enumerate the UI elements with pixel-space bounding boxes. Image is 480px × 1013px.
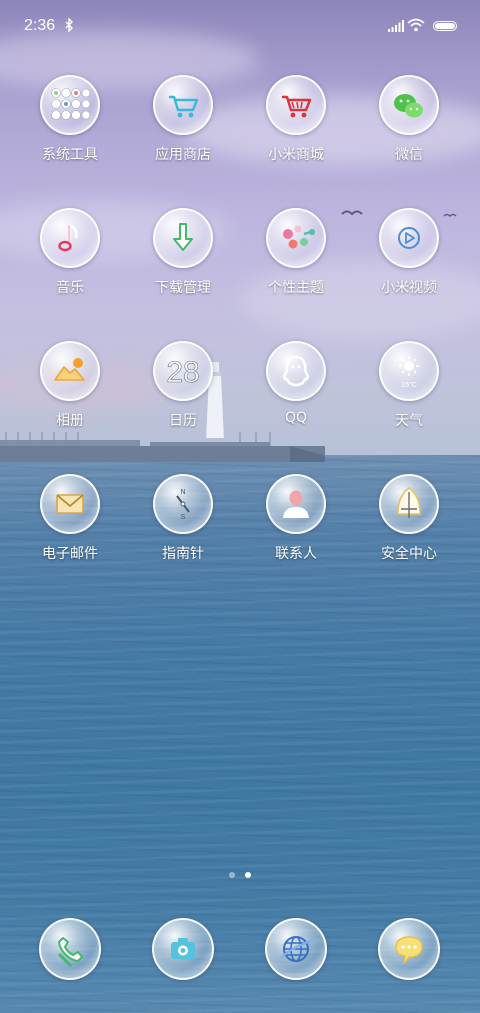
- app-label: 电子邮件: [42, 546, 98, 562]
- app-label: 音乐: [56, 280, 84, 296]
- mail-envelope-icon: [40, 474, 100, 534]
- folder-icon: [40, 75, 100, 135]
- status-bar: 2:36: [0, 0, 480, 52]
- app-label: 下载管理: [155, 280, 211, 296]
- pier-silhouette: [0, 432, 325, 462]
- app-label: 小米视频: [381, 280, 437, 296]
- music-note-icon: [40, 208, 100, 268]
- qq-penguin-icon: [266, 341, 326, 401]
- download-arrow-icon: [153, 208, 213, 268]
- bluetooth-icon: [65, 18, 73, 32]
- weather-sun-icon: 15°C: [379, 341, 439, 401]
- status-time: 2:36: [24, 17, 56, 34]
- compass-south: S: [181, 514, 186, 521]
- app-label: 个性主题: [268, 280, 324, 296]
- app-mi-video[interactable]: 小米视频: [354, 208, 464, 297]
- app-label: 联系人: [275, 546, 317, 562]
- wifi-icon: [407, 18, 425, 32]
- shopping-cart-icon: [266, 75, 326, 135]
- dock-camera[interactable]: [128, 918, 238, 980]
- dock-messages[interactable]: [354, 918, 464, 980]
- compass-icon: N S: [153, 474, 213, 534]
- app-wechat[interactable]: 微信: [354, 75, 464, 164]
- signal-icon: [388, 20, 404, 32]
- app-mi-store[interactable]: 小米商城: [241, 75, 351, 164]
- phone-icon: [39, 918, 101, 980]
- globe-icon: [265, 918, 327, 980]
- theme-icon: [266, 208, 326, 268]
- app-label: 微信: [395, 147, 423, 163]
- app-qq[interactable]: QQ: [241, 341, 351, 426]
- weather-temperature: 15°C: [401, 381, 417, 389]
- app-gallery[interactable]: 相册: [15, 341, 125, 430]
- play-icon: [379, 208, 439, 268]
- cart-icon: [153, 75, 213, 135]
- app-label: 小米商城: [268, 147, 324, 163]
- page-dot-1[interactable]: [229, 872, 235, 878]
- wechat-icon: [379, 75, 439, 135]
- app-download-manager[interactable]: 下载管理: [128, 208, 238, 297]
- calendar-icon: 28: [153, 341, 213, 401]
- app-music[interactable]: 音乐: [15, 208, 125, 297]
- app-label: QQ: [284, 410, 308, 426]
- app-label: 日历: [169, 413, 197, 429]
- calendar-date: 28: [166, 356, 199, 389]
- gallery-icon: [40, 341, 100, 401]
- app-themes[interactable]: 个性主题: [241, 208, 351, 297]
- app-label: 安全中心: [381, 546, 437, 562]
- contacts-person-icon: [266, 474, 326, 534]
- page-indicator: [0, 872, 480, 880]
- app-label: 系统工具: [42, 147, 98, 163]
- app-contacts[interactable]: 联系人: [241, 474, 351, 563]
- app-label: 指南针: [162, 546, 204, 562]
- compass-north: N: [180, 489, 185, 496]
- dock-phone[interactable]: [15, 918, 125, 980]
- message-bubble-icon: [378, 918, 440, 980]
- app-label: 相册: [56, 413, 84, 429]
- app-email[interactable]: 电子邮件: [15, 474, 125, 563]
- app-label: 天气: [395, 413, 423, 429]
- app-compass[interactable]: N S 指南针: [128, 474, 238, 563]
- app-system-tools[interactable]: 系统工具: [15, 75, 125, 164]
- app-app-store[interactable]: 应用商店: [128, 75, 238, 164]
- camera-icon: [152, 918, 214, 980]
- security-shield-icon: [379, 474, 439, 534]
- app-label: 应用商店: [155, 147, 211, 163]
- app-weather[interactable]: 15°C 天气: [354, 341, 464, 430]
- app-security-center[interactable]: 安全中心: [354, 474, 464, 563]
- app-calendar[interactable]: 28 日历: [128, 341, 238, 430]
- battery-icon: [433, 21, 457, 31]
- page-dot-2-active[interactable]: [245, 872, 251, 878]
- dock-browser[interactable]: [241, 918, 351, 980]
